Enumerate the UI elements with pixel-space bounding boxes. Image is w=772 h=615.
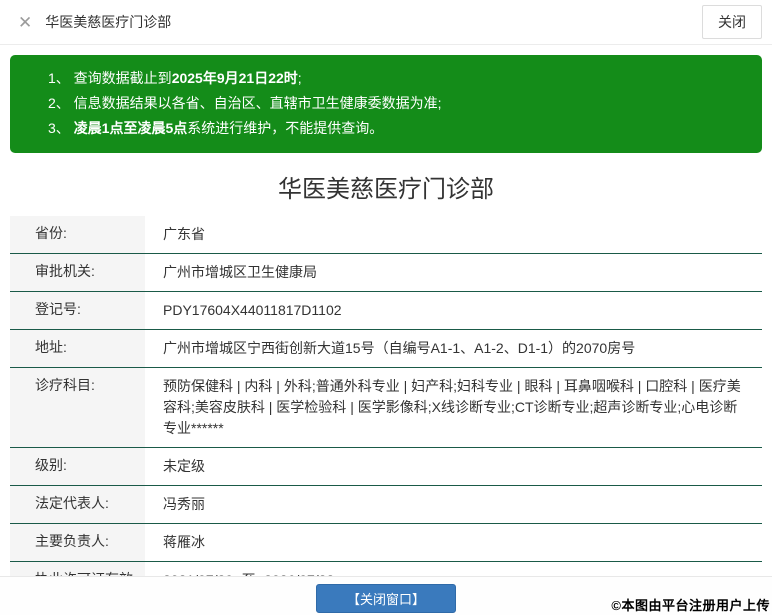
row-value: 预防保健科 | 内科 | 外科;普通外科专业 | 妇产科;妇科专业 | 眼科 |… [145,368,762,447]
notice-line: 3、 凌晨1点至凌晨5点系统进行维护，不能提供查询。 [48,116,744,141]
close-x-icon[interactable]: ✕ [18,14,32,31]
row-value: 广州市增城区宁西街创新大道15号（自编号A1-1、A1-2、D1-1）的2070… [145,330,762,367]
table-row: 省份:广东省 [10,216,762,254]
table-row: 登记号:PDY17604X44011817D1102 [10,292,762,330]
window-titlebar: ✕ 华医美慈医疗门诊部 关闭 [0,0,772,45]
row-label: 地址: [10,330,145,367]
watermark-text: ©本图由平台注册用户上传 [611,595,770,614]
row-value: 冯秀丽 [145,486,762,523]
row-value: PDY17604X44011817D1102 [145,292,762,329]
notice-line: 2、 信息数据结果以各省、自治区、直辖市卫生健康委数据为准; [48,91,744,116]
row-label: 主要负责人: [10,524,145,561]
row-label: 省份: [10,216,145,253]
table-row: 法定代表人:冯秀丽 [10,486,762,524]
row-label: 法定代表人: [10,486,145,523]
close-window-button[interactable]: 【关闭窗口】 [316,584,456,613]
notice-box: 1、 查询数据截止到2025年9月21日22时;2、 信息数据结果以各省、自治区… [10,55,762,153]
window-title: 华医美慈医疗门诊部 [45,12,171,32]
row-label: 级别: [10,448,145,485]
table-row: 级别:未定级 [10,448,762,486]
table-row: 地址:广州市增城区宁西街创新大道15号（自编号A1-1、A1-2、D1-1）的2… [10,330,762,368]
table-row: 审批机关:广州市增城区卫生健康局 [10,254,762,292]
page-title: 华医美慈医疗门诊部 [0,169,772,204]
row-label: 审批机关: [10,254,145,291]
row-value: 蒋雁冰 [145,524,762,561]
row-value: 广东省 [145,216,762,253]
row-value: 广州市增城区卫生健康局 [145,254,762,291]
table-row: 诊疗科目:预防保健科 | 内科 | 外科;普通外科专业 | 妇产科;妇科专业 |… [10,368,762,448]
table-row: 主要负责人:蒋雁冰 [10,524,762,562]
close-button[interactable]: 关闭 [702,5,762,39]
notice-line: 1、 查询数据截止到2025年9月21日22时; [48,66,744,91]
row-label: 诊疗科目: [10,368,145,447]
info-table: 省份:广东省审批机关:广州市增城区卫生健康局登记号:PDY17604X44011… [10,216,762,615]
row-value: 未定级 [145,448,762,485]
row-label: 登记号: [10,292,145,329]
